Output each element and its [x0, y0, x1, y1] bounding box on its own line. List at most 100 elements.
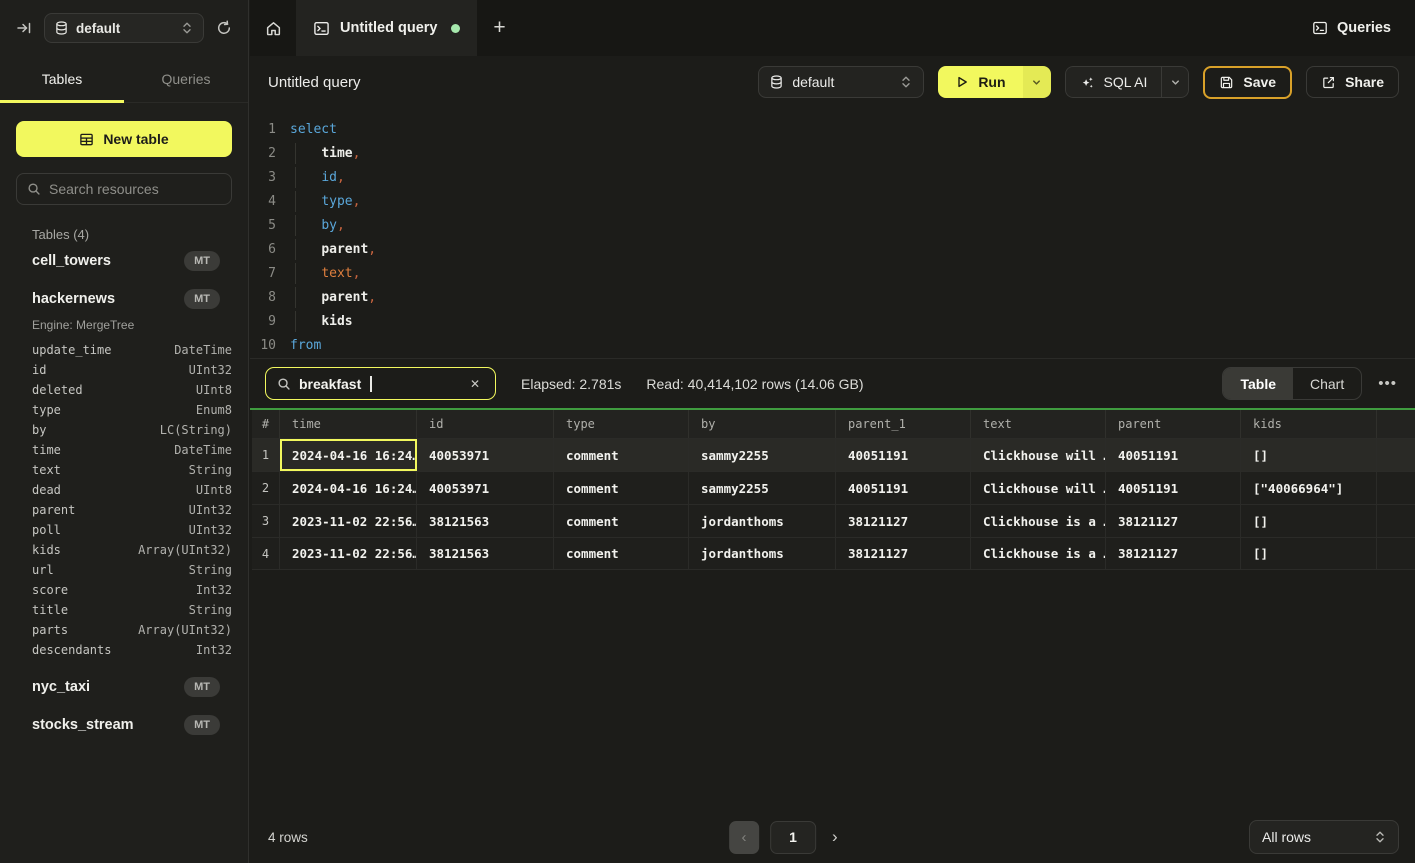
column-header-parent[interactable]: parent [1106, 410, 1241, 438]
line-number: 2 [250, 146, 276, 161]
row-number-cell[interactable]: 4 [252, 538, 280, 569]
sidebar-table-item-hackernews[interactable]: hackernewsMT [16, 280, 232, 318]
column-header-by[interactable]: by [689, 410, 836, 438]
editor-line: 2 time, [250, 141, 1415, 165]
table-cell[interactable]: 2024-04-16 16:24… [280, 472, 417, 504]
view-toggle-table[interactable]: Table [1223, 368, 1293, 399]
column-header-kids[interactable]: kids [1241, 410, 1377, 438]
editor-line: 5 by, [250, 213, 1415, 237]
code-token: parent [321, 290, 368, 305]
column-header-parent_1[interactable]: parent_1 [836, 410, 971, 438]
table-cell[interactable]: [] [1241, 439, 1377, 471]
table-cell[interactable]: comment [554, 538, 689, 569]
table-cell[interactable]: comment [554, 439, 689, 471]
results-table-header: #timeidtypebyparent_1textparentkids [252, 410, 1415, 438]
table-cell[interactable]: 40053971 [417, 472, 554, 504]
table-cell[interactable]: jordanthoms [689, 538, 836, 569]
queries-button[interactable]: Queries [1312, 20, 1415, 36]
sidebar-table-item-nyc_taxi[interactable]: nyc_taxiMT [16, 668, 232, 706]
table-cell[interactable]: Clickhouse will … [971, 439, 1106, 471]
pagination: ‹ 1 › [729, 821, 843, 854]
query-database-selector[interactable]: default [758, 66, 924, 98]
results-search-input[interactable]: breakfast ✕ [265, 367, 496, 400]
run-button[interactable]: Run [938, 66, 1022, 98]
refresh-button[interactable] [213, 17, 235, 39]
view-toggle-chart[interactable]: Chart [1293, 368, 1361, 399]
table-cell[interactable]: 38121127 [1106, 538, 1241, 569]
table-cell[interactable]: 2023-11-02 22:56… [280, 505, 417, 537]
code-token: from [290, 338, 321, 353]
table-cell[interactable]: 40051191 [836, 439, 971, 471]
indent-guide [295, 167, 296, 188]
view-toggle: TableChart [1222, 367, 1362, 400]
table-cell[interactable]: 40053971 [417, 439, 554, 471]
column-header-id[interactable]: id [417, 410, 554, 438]
table-cell[interactable]: ["40066964"] [1241, 472, 1377, 504]
table-cell[interactable]: 40051191 [836, 472, 971, 504]
more-options-button[interactable]: ••• [1375, 375, 1400, 392]
sql-ai-button[interactable]: SQL AI [1065, 66, 1162, 98]
table-cell[interactable]: 40051191 [1106, 439, 1241, 471]
table-cell[interactable]: jordanthoms [689, 505, 836, 537]
table-cell[interactable]: 38121127 [836, 538, 971, 569]
table-cell[interactable]: 38121563 [417, 505, 554, 537]
table-cell[interactable]: 38121563 [417, 538, 554, 569]
table-cell[interactable]: sammy2255 [689, 472, 836, 504]
next-page-button[interactable]: › [827, 827, 843, 847]
clear-search-button[interactable]: ✕ [466, 375, 484, 393]
column-type: UInt32 [189, 523, 232, 537]
sidebar-tab-queries[interactable]: Queries [124, 56, 248, 102]
sidebar-tabs: Tables Queries [0, 56, 248, 103]
column-header-type[interactable]: type [554, 410, 689, 438]
column-header-text[interactable]: text [971, 410, 1106, 438]
table-name: hackernews [32, 291, 115, 307]
new-table-button[interactable]: New table [16, 121, 232, 157]
row-number-cell[interactable]: 3 [252, 505, 280, 537]
terminal-icon [313, 20, 330, 37]
sidebar-topbar: default [0, 0, 248, 56]
sidebar-table-item-cell_towers[interactable]: cell_towersMT [16, 242, 232, 280]
sidebar-table-item-stocks_stream[interactable]: stocks_streamMT [16, 706, 232, 744]
column-header-time[interactable]: time [280, 410, 417, 438]
table-cell[interactable]: comment [554, 472, 689, 504]
table-cell[interactable]: 2024-04-16 16:24… [280, 439, 417, 471]
table-cell[interactable]: 38121127 [836, 505, 971, 537]
save-button[interactable]: Save [1203, 66, 1292, 99]
table-cell[interactable]: 40051191 [1106, 472, 1241, 504]
code-token: type [321, 194, 352, 209]
column-type: String [189, 603, 232, 617]
table-cell[interactable]: [] [1241, 538, 1377, 569]
save-label: Save [1243, 74, 1276, 90]
table-cell[interactable]: 38121127 [1106, 505, 1241, 537]
table-cell[interactable]: Clickhouse is a … [971, 538, 1106, 569]
table-cell[interactable]: [] [1241, 505, 1377, 537]
row-number-cell[interactable]: 1 [252, 439, 280, 471]
query-header-actions: default Run [758, 66, 1399, 99]
share-button[interactable]: Share [1306, 66, 1399, 98]
sql-editor[interactable]: 1select2 time,3 id,4 type,5 by,6 parent,… [250, 108, 1415, 359]
row-number-cell[interactable]: 2 [252, 472, 280, 504]
new-tab-button[interactable]: + [477, 0, 521, 56]
page-size-selector[interactable]: All rows [1249, 820, 1399, 854]
column-header-row-number[interactable]: # [252, 410, 280, 438]
sidebar-search-input[interactable]: Search resources [16, 173, 232, 205]
new-table-label: New table [103, 131, 168, 147]
table-cell[interactable]: 2023-11-02 22:56… [280, 538, 417, 569]
run-options-button[interactable] [1023, 66, 1051, 98]
table-cell[interactable]: Clickhouse will … [971, 472, 1106, 504]
sidebar-database-selector[interactable]: default [44, 13, 204, 43]
table-cell[interactable]: comment [554, 505, 689, 537]
tab-untitled-query[interactable]: Untitled query [296, 0, 477, 56]
table-cell[interactable]: Clickhouse is a … [971, 505, 1106, 537]
sidebar-tab-tables[interactable]: Tables [0, 56, 124, 102]
table-column-row: urlString [32, 560, 232, 580]
table-cell[interactable]: sammy2255 [689, 439, 836, 471]
home-button[interactable] [250, 0, 296, 56]
column-type: Array(UInt32) [138, 543, 232, 557]
previous-page-button[interactable]: ‹ [729, 821, 759, 854]
collapse-sidebar-button[interactable] [13, 17, 35, 39]
current-page[interactable]: 1 [770, 821, 816, 854]
chevron-down-icon [1170, 77, 1181, 88]
sql-ai-options-button[interactable] [1161, 66, 1189, 98]
table-name: stocks_stream [32, 717, 134, 733]
